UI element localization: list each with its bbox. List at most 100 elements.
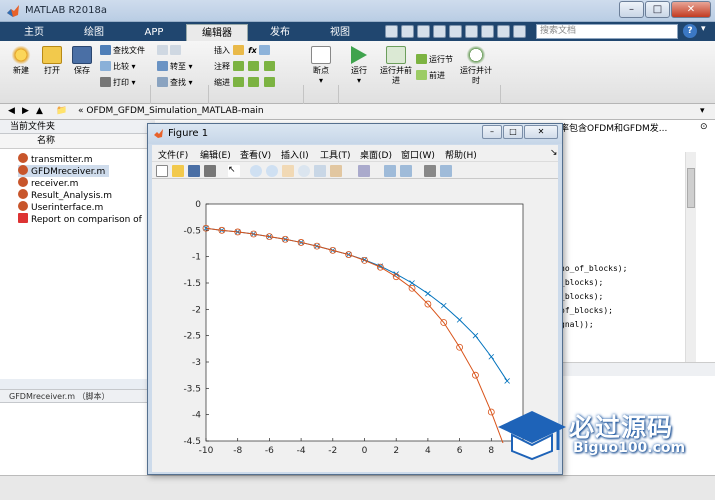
pointer-icon[interactable]: ↖ [228,165,240,177]
list-item[interactable]: Userinterface.m [18,201,107,213]
pan-icon[interactable] [282,165,294,177]
tab-publish[interactable]: 发布 [252,24,308,41]
menu-edit[interactable]: 编辑(E) [200,148,231,161]
help-icon[interactable]: ? [683,24,697,38]
open-file-icon[interactable] [172,165,184,177]
quick-customize-icon[interactable] [513,25,526,38]
forward-icon[interactable]: ▶ [22,106,29,116]
advance-icon [416,70,427,80]
menu-view[interactable]: 查看(V) [240,148,271,161]
insert-icon [232,45,244,55]
figure-maximize-button[interactable]: □ [503,125,523,139]
menu-file[interactable]: 文件(F) [158,148,188,161]
zoom-out-icon[interactable] [266,165,278,177]
find-button[interactable]: 查找 ▾ [157,77,193,88]
tab-editor[interactable]: 编辑器 [186,24,248,41]
code-line[interactable]: _blocks); [560,278,603,287]
data-cursor-icon[interactable] [314,165,326,177]
link-plot-icon[interactable] [358,165,370,177]
find-files-button[interactable]: 查找文件 [100,45,145,56]
comment-icon [232,61,244,71]
quick-redo-icon[interactable] [465,25,478,38]
menu-help[interactable]: 帮助(H) [445,148,477,161]
save-button[interactable]: 保存 [68,46,96,76]
run-and-time-icon [466,46,486,64]
menu-desktop[interactable]: 桌面(D) [360,148,392,161]
tab-view[interactable]: 视图 [312,24,368,41]
run-and-time-button[interactable]: 运行并计时 [458,46,494,86]
save-figure-icon[interactable] [188,165,200,177]
run-section-button[interactable]: 运行节 [416,54,453,65]
menu-dock-icon[interactable]: ↘ [550,148,558,158]
run-and-advance-button[interactable]: 运行并前进 [378,46,414,86]
forward-arrow-icon [170,45,181,55]
brush-icon[interactable] [330,165,342,177]
list-item[interactable]: transmitter.m [18,153,97,165]
new-figure-icon[interactable] [156,165,168,177]
print-button[interactable]: 打印 ▾ [100,77,136,88]
details-panel-header[interactable]: GFDMreceiver.m （脚本） [0,389,155,403]
list-item[interactable]: receiver.m [18,177,82,189]
maximize-button[interactable]: □ [645,1,670,18]
tab-apps[interactable]: APP [124,24,184,41]
editor-scrollbar[interactable] [685,152,696,362]
tab-home[interactable]: 主页 [8,24,60,41]
breakpoints-button[interactable]: 断点 ▾ [307,46,335,86]
new-label: 新建 [13,66,29,75]
open-button[interactable]: 打开 [38,46,66,76]
insert-button[interactable]: 插入 fx [214,45,272,56]
figure-close-button[interactable]: ✕ [524,125,558,139]
list-item-selected[interactable]: GFDMreceiver.m [18,165,110,177]
new-button[interactable]: 新建 [6,46,36,76]
quick-paste-icon[interactable] [433,25,446,38]
quick-help-icon[interactable] [497,25,510,38]
figure-minimize-button[interactable]: – [482,125,502,139]
code-line[interactable]: gnal)); [560,320,594,329]
compare-button[interactable]: 比较 ▾ [100,61,136,72]
menu-insert[interactable]: 插入(I) [281,148,309,161]
comment-button[interactable]: 注释 [214,61,277,72]
current-path[interactable]: « OFDM_GFDM_Simulation_MATLAB-main [78,106,264,116]
scrollbar-thumb[interactable] [687,168,695,208]
list-item[interactable]: Report on comparison of [18,213,146,225]
menu-window[interactable]: 窗口(W) [401,148,435,161]
browse-folder-icon[interactable]: 📁 [56,106,67,116]
show-plot-tools-icon[interactable] [440,165,452,177]
pin-icon[interactable]: ▾ [701,24,711,38]
quick-undo-icon[interactable] [449,25,462,38]
fx-icon: fx [248,46,257,55]
hide-plot-tools-icon[interactable] [424,165,436,177]
insert-menu-icon [259,45,271,55]
menu-tools[interactable]: 工具(T) [320,148,351,161]
advance-button[interactable]: 前进 [416,70,445,81]
quick-save-icon[interactable] [385,25,398,38]
run-button[interactable]: 运行 ▾ [344,46,374,86]
y-tick-label: -2.5 [183,332,201,342]
list-item[interactable]: Result_Analysis.m [18,189,116,201]
quick-cut-icon[interactable] [401,25,414,38]
quick-copy-icon[interactable] [417,25,430,38]
goto-button[interactable]: 转至 ▾ [157,61,193,72]
panel-collapse-icon[interactable]: ⊙ [700,122,712,136]
colorbar-icon[interactable] [384,165,396,177]
quick-switch-icon[interactable] [481,25,494,38]
tab-plots[interactable]: 绘图 [64,24,124,41]
close-button[interactable]: ✕ [671,1,711,18]
back-icon[interactable]: ◀ [8,106,15,116]
nav-back-button[interactable] [157,45,183,56]
search-input[interactable]: 搜索文档 [536,24,678,39]
code-line[interactable]: of_blocks); [560,306,613,315]
zoom-in-icon[interactable] [250,165,262,177]
name-column-header[interactable]: 名称 [0,134,155,149]
minimize-button[interactable]: – [619,1,644,18]
rotate-icon[interactable] [298,165,310,177]
path-dropdown-icon[interactable]: ▾ [700,106,705,116]
code-line[interactable]: _blocks); [560,292,603,301]
x-tick-label: 6 [457,446,463,456]
outdent-icon [263,77,275,87]
code-line[interactable]: no_of_blocks); [560,264,627,273]
legend-icon[interactable] [400,165,412,177]
print-figure-icon[interactable] [204,165,216,177]
indent-button[interactable]: 缩进 [214,77,277,88]
up-folder-icon[interactable]: ▲ [36,106,43,116]
